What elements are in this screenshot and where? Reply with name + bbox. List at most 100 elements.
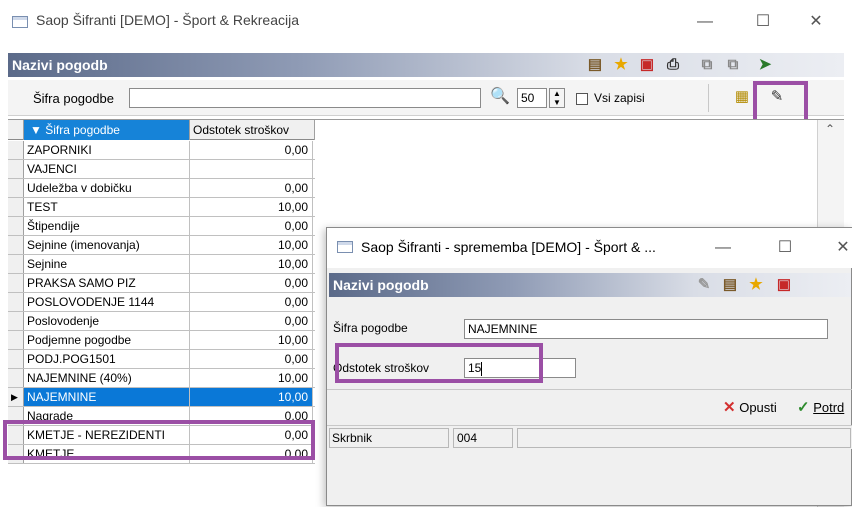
table-row[interactable]: VAJENCI [8, 160, 315, 179]
table-row[interactable]: PODJ.POG1501 0,00 [8, 350, 315, 369]
star-icon[interactable]: ★ [612, 56, 630, 74]
cell-odstotek: 0,00 [190, 141, 313, 159]
row-indicator [8, 255, 24, 273]
row-indicator [8, 160, 24, 178]
row-indicator [8, 426, 24, 444]
scroll-up-icon[interactable]: ⌃ [825, 122, 835, 136]
cell-sifra: TEST [24, 198, 190, 216]
cell-sifra: Nagrade [24, 407, 190, 425]
count-input[interactable]: 50 [517, 88, 547, 108]
table-row[interactable]: TEST 10,00 [8, 198, 315, 217]
cell-odstotek: 0,00 [190, 293, 313, 311]
table-row[interactable]: Poslovodenje 0,00 [8, 312, 315, 331]
odstotek-value: 15 [468, 361, 482, 375]
cancel-icon: ✕ [723, 399, 736, 416]
table-row[interactable]: ▶ NAJEMNINE 10,00 [8, 388, 315, 407]
table-row[interactable]: KMETJE - NEREZIDENTI 0,00 [8, 426, 315, 445]
row-indicator [8, 293, 24, 311]
print-icon[interactable]: ⎙ [664, 56, 682, 74]
cell-odstotek: 0,00 [190, 179, 313, 197]
table-row[interactable]: Sejnine 10,00 [8, 255, 315, 274]
table-row[interactable]: NAJEMNINE (40%) 10,00 [8, 369, 315, 388]
cell-odstotek: 10,00 [190, 198, 313, 216]
cell-odstotek: 0,00 [190, 312, 313, 330]
row-indicator: ▶ [8, 388, 24, 406]
close-button[interactable]: ✕ [804, 12, 828, 32]
cell-sifra: Sejnine (imenovanja) [24, 236, 190, 254]
toolbar-divider [708, 84, 709, 112]
table-row[interactable]: Sejnine (imenovanja) 10,00 [8, 236, 315, 255]
table-row[interactable]: Nagrade 0,00 [8, 407, 315, 426]
row-indicator [8, 312, 24, 330]
cell-odstotek: 10,00 [190, 331, 313, 349]
sifra-input[interactable]: NAJEMNINE [464, 319, 828, 339]
table-row[interactable]: ZAPORNIKI 0,00 [8, 141, 315, 160]
cell-sifra: Štipendije [24, 217, 190, 235]
row-indicator [8, 445, 24, 463]
dialog-close-button[interactable]: ✕ [831, 238, 852, 258]
table-row[interactable]: Udeležba v dobičku 0,00 [8, 179, 315, 198]
cell-sifra: KMETJE - NEREZIDENTI [24, 426, 190, 444]
cell-odstotek: 10,00 [190, 236, 313, 254]
cell-sifra: Podjemne pogodbe [24, 331, 190, 349]
dialog-star-icon[interactable]: ★ [747, 276, 765, 294]
banner-title: Nazivi pogodb [12, 57, 108, 73]
cell-odstotek [190, 160, 313, 178]
confirm-button[interactable]: ✓ Potrd [797, 398, 844, 416]
dialog-banner-title: Nazivi pogodb [333, 277, 429, 293]
row-indicator [8, 369, 24, 387]
paste-icon[interactable]: ⧉ [724, 56, 742, 74]
cell-sifra: ZAPORNIKI [24, 141, 190, 159]
exit-icon[interactable]: ➤ [756, 56, 774, 74]
cell-sifra: Sejnine [24, 255, 190, 273]
column-odstotek[interactable]: Odstotek stroškov [190, 120, 315, 140]
status-panel [517, 428, 851, 448]
count-stepper[interactable]: ▲ ▼ [549, 88, 565, 108]
dialog-minimize-button[interactable]: — [711, 238, 735, 258]
table-row[interactable]: Podjemne pogodbe 10,00 [8, 331, 315, 350]
cell-sifra: VAJENCI [24, 160, 190, 178]
minimize-button[interactable]: — [693, 12, 717, 32]
maximize-button[interactable]: ☐ [751, 12, 775, 32]
check-icon: ✓ [797, 399, 810, 416]
cell-sifra: Poslovodenje [24, 312, 190, 330]
dialog-title: Saop Šifranti - sprememba [DEMO] - Šport… [361, 239, 656, 255]
cell-sifra: PRAKSA SAMO PIZ [24, 274, 190, 292]
all-records-label: Vsi zapisi [594, 91, 645, 105]
grid-icon[interactable]: ▤ [586, 56, 604, 74]
cell-sifra: KMETJE [24, 445, 190, 463]
dialog-grid-icon[interactable]: ▤ [721, 276, 739, 294]
filter-input[interactable] [129, 88, 481, 108]
dialog-pdf-icon[interactable]: ▣ [775, 276, 793, 294]
title-bar: Saop Šifranti [DEMO] - Šport & Rekreacij… [0, 0, 852, 44]
dialog-footer: Skrbnik 004 [327, 425, 852, 449]
text-cursor [481, 361, 483, 376]
cell-odstotek: 0,00 [190, 217, 313, 235]
cell-sifra: NAJEMNINE (40%) [24, 369, 190, 387]
cell-odstotek: 10,00 [190, 369, 313, 387]
cell-odstotek: 0,00 [190, 350, 313, 368]
row-indicator [8, 350, 24, 368]
cell-odstotek: 10,00 [190, 388, 313, 406]
row-indicator [8, 331, 24, 349]
table-row[interactable]: POSLOVODENJE 1144 0,00 [8, 293, 315, 312]
odstotek-input[interactable]: 15 [464, 358, 576, 378]
cell-odstotek: 0,00 [190, 426, 313, 444]
edit-icon[interactable]: ✎ [695, 276, 713, 294]
cell-odstotek: 10,00 [190, 255, 313, 273]
table-row[interactable]: Štipendije 0,00 [8, 217, 315, 236]
new-record-icon[interactable]: ▦ [733, 88, 751, 106]
dialog-divider [327, 389, 852, 390]
search-icon[interactable]: 🔍 [490, 86, 510, 106]
skrbnik-value: 004 [453, 428, 513, 448]
edit-record-icon[interactable]: ✎ [768, 88, 786, 106]
dialog-maximize-button[interactable]: ☐ [773, 238, 797, 258]
pdf-icon[interactable]: ▣ [638, 56, 656, 74]
copy-icon[interactable]: ⧉ [698, 56, 716, 74]
table-row[interactable]: KMETJE 0,00 [8, 445, 315, 464]
table-row[interactable]: PRAKSA SAMO PIZ 0,00 [8, 274, 315, 293]
cancel-button[interactable]: ✕ Opusti [723, 398, 777, 416]
all-records-checkbox[interactable] [576, 93, 588, 105]
column-sifra[interactable]: ▼ Šifra pogodbe [24, 120, 190, 140]
row-indicator [8, 198, 24, 216]
